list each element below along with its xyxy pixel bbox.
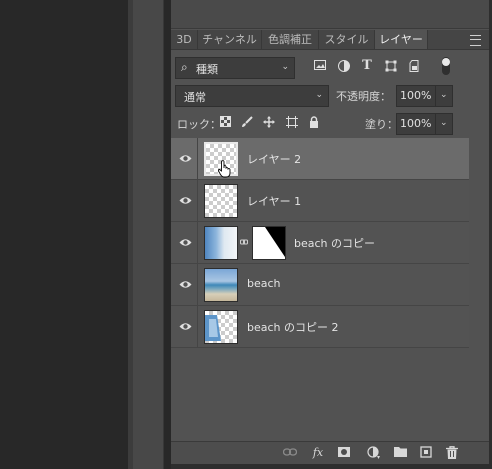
canvas-area: [0, 0, 128, 469]
fill-input[interactable]: 100%: [396, 113, 436, 135]
divider: [197, 138, 198, 179]
layer-row-beach-copy-2[interactable]: beach のコピー 2: [171, 306, 469, 348]
mask-link-icon[interactable]: [240, 238, 248, 246]
divider: [197, 180, 198, 221]
delete-layer-icon[interactable]: [445, 446, 459, 460]
adjustment-filter-icon[interactable]: [337, 60, 351, 74]
new-adjustment-icon[interactable]: [366, 446, 380, 460]
type-filter-icon[interactable]: T: [360, 59, 374, 73]
layer-name: レイヤー 1: [247, 195, 302, 208]
layer-row-beach-copy[interactable]: beach のコピー: [171, 222, 469, 264]
tab-layers[interactable]: レイヤー: [375, 30, 428, 49]
opacity-input[interactable]: 100%: [396, 85, 436, 107]
layer-name: beach のコピー 2: [247, 321, 339, 334]
layer-mask-thumbnail[interactable]: [252, 226, 286, 260]
upper-panel-area: [171, 0, 489, 29]
divider: [197, 306, 198, 347]
filter-toggle-icon[interactable]: [440, 56, 452, 76]
tab-3d[interactable]: 3D: [171, 30, 198, 49]
link-layers-icon[interactable]: [282, 446, 298, 460]
layer-name: レイヤー 2: [247, 153, 302, 166]
tab-channels[interactable]: チャンネル: [198, 30, 262, 49]
search-icon: ⌕: [181, 60, 188, 74]
blend-mode-value: 通常: [184, 91, 206, 104]
add-mask-icon[interactable]: [337, 446, 351, 460]
image-filter-icon[interactable]: [313, 60, 327, 74]
layer-name: beach のコピー: [294, 237, 376, 250]
layer-filter-select[interactable]: ⌕ 種類 ⌄: [175, 57, 295, 79]
visibility-eye-icon[interactable]: [179, 278, 192, 291]
lock-all-icon[interactable]: [307, 116, 321, 130]
fill-dropdown-button[interactable]: ⌄: [435, 113, 453, 135]
lock-label: ロック：: [177, 118, 221, 131]
layer-thumbnail[interactable]: [204, 268, 238, 302]
layers-panel-footer: fx: [171, 441, 489, 464]
chevron-down-icon: ⌄: [315, 90, 323, 100]
chevron-down-icon: ⌄: [440, 118, 448, 128]
layer-thumbnail[interactable]: [204, 310, 238, 344]
layer-row-layer-2[interactable]: レイヤー 2: [171, 138, 469, 180]
lock-image-pixels-icon[interactable]: [240, 116, 254, 130]
fill-label: 塗り：: [365, 118, 398, 131]
blend-mode-select[interactable]: 通常 ⌄: [175, 85, 329, 107]
layers-scrollbar[interactable]: [469, 138, 489, 441]
visibility-eye-icon[interactable]: [179, 236, 192, 249]
lock-transparent-pixels-icon[interactable]: [218, 116, 232, 130]
opacity-label: 不透明度：: [336, 90, 391, 103]
tab-adjustments[interactable]: 色調補正: [262, 30, 319, 49]
opacity-dropdown-button[interactable]: ⌄: [435, 85, 453, 107]
tab-styles[interactable]: スタイル: [319, 30, 375, 49]
chevron-down-icon: ⌄: [440, 90, 448, 100]
visibility-eye-icon[interactable]: [179, 152, 192, 165]
fill-value: 100%: [400, 117, 432, 130]
opacity-value: 100%: [400, 89, 432, 102]
layer-name: beach: [247, 277, 281, 290]
collapsed-panel-column: [133, 0, 164, 469]
shape-filter-icon[interactable]: [384, 60, 398, 74]
hand-cursor-icon: [218, 160, 231, 178]
new-layer-icon[interactable]: [419, 446, 433, 460]
smart-object-filter-icon[interactable]: [408, 60, 422, 74]
panel-menu-icon[interactable]: [470, 35, 481, 46]
lock-artboard-icon[interactable]: [285, 116, 299, 130]
divider: [197, 264, 198, 305]
panel-tabs: 3D チャンネル 色調補正 スタイル レイヤー: [171, 30, 489, 50]
lock-position-icon[interactable]: [262, 116, 276, 130]
visibility-eye-icon[interactable]: [179, 320, 192, 333]
fx-icon[interactable]: fx: [311, 446, 325, 460]
layer-thumbnail[interactable]: [204, 184, 238, 218]
layer-thumbnail[interactable]: [204, 226, 238, 260]
new-group-icon[interactable]: [393, 446, 407, 460]
visibility-eye-icon[interactable]: [179, 194, 192, 207]
layer-row-layer-1[interactable]: レイヤー 1: [171, 180, 469, 222]
layer-row-beach[interactable]: beach: [171, 264, 469, 306]
filter-label: 種類: [196, 63, 218, 76]
divider: [197, 222, 198, 263]
chevron-down-icon: ⌄: [281, 62, 289, 72]
